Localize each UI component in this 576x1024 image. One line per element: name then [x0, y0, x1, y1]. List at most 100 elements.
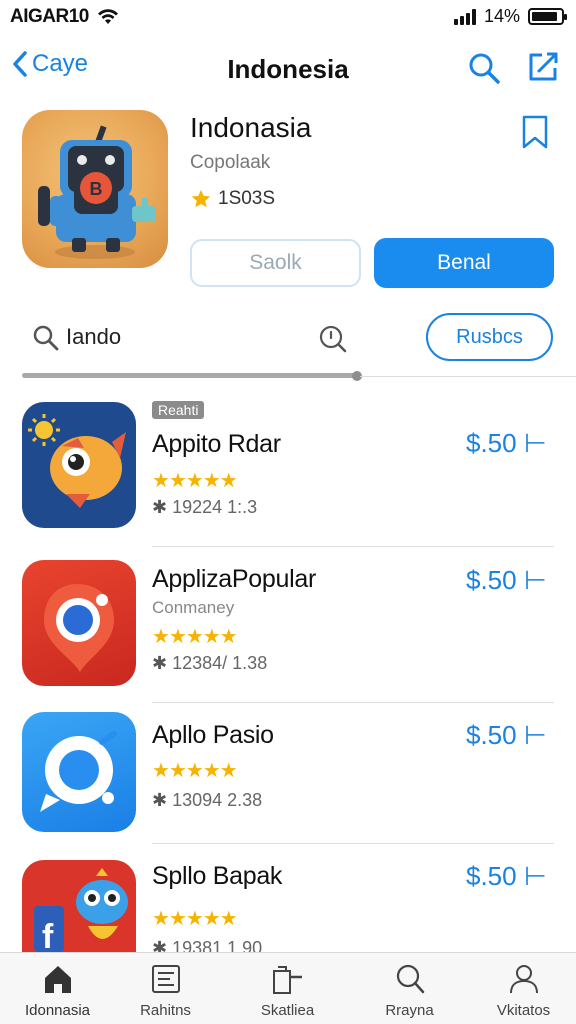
app-title: Spllo Bapak — [152, 862, 283, 890]
tab-rankings[interactable]: Rahitns — [108, 963, 223, 1019]
star-icon: ★ — [219, 760, 238, 782]
nav-search-button[interactable] — [466, 50, 502, 91]
app-rating-text: 1S03S — [218, 188, 276, 209]
fish-mascot-icon — [28, 414, 126, 508]
app-title: Apllo Pasio — [152, 721, 274, 749]
bookmark-button[interactable] — [520, 114, 550, 155]
app-meta-text: 13094 2.38 — [172, 790, 263, 810]
app-icon — [22, 402, 136, 528]
signal-icon — [453, 8, 476, 25]
secondary-button[interactable]: Saolk — [190, 239, 361, 287]
star-icon: ★ — [168, 760, 187, 782]
app-title: Appito Rdar — [152, 430, 281, 458]
wifi-icon — [97, 9, 118, 24]
star-icon: ★ — [168, 626, 187, 648]
star-icon: ★ — [219, 470, 238, 492]
tab-profile[interactable]: Vkitatos — [466, 963, 576, 1019]
tab-home[interactable]: Idonnasia — [0, 963, 115, 1019]
tab-label: Idonnasia — [24, 1002, 91, 1019]
tab-search[interactable]: Rrayna — [352, 963, 467, 1019]
star-icon: ★ — [202, 470, 221, 492]
home-icon — [44, 966, 71, 993]
star-icon: ★ — [219, 626, 238, 648]
star-icon: ★ — [185, 760, 204, 782]
star-rating: ★★★★★ — [152, 758, 238, 783]
downloads-icon: ✱ — [152, 790, 168, 810]
primary-button[interactable]: Benal — [374, 238, 554, 288]
status-right: 14% — [453, 6, 567, 27]
chat-bubble-icon — [40, 731, 117, 812]
star-icon: ★ — [185, 626, 204, 648]
monster-mascot-icon: f — [34, 868, 128, 952]
star-icon — [191, 189, 211, 208]
chevron-left-icon — [13, 51, 27, 77]
compose-button[interactable] — [526, 50, 560, 89]
app-icon — [22, 560, 136, 686]
person-icon — [509, 965, 538, 994]
price-button[interactable]: $.50 ⊢ — [466, 428, 546, 459]
divider — [152, 546, 554, 547]
downloads-icon: ✱ — [152, 653, 168, 673]
ranking-icon — [151, 965, 180, 993]
app-meta-text: 12384/ 1.38 — [172, 653, 268, 673]
star-rating: ★★★★★ — [152, 468, 238, 493]
app-developer: Copolaak — [190, 152, 271, 173]
battery-fill — [532, 12, 558, 21]
star-icon: ★ — [152, 470, 170, 492]
app-meta-text: 19224 1:.3 — [172, 497, 258, 517]
divider — [360, 376, 576, 377]
divider — [152, 843, 554, 844]
tab-label: Rrayna — [385, 1002, 434, 1019]
tab-label: Rahitns — [140, 1002, 191, 1019]
location-pin-icon — [44, 584, 114, 672]
search-field[interactable]: Iando — [20, 310, 360, 364]
tab-packages[interactable]: Skatliea — [230, 963, 345, 1019]
star-icon: ★ — [168, 470, 187, 492]
results-button[interactable]: Rusbcs — [426, 313, 553, 361]
star-icon: ★ — [202, 626, 221, 648]
star-icon: ★ — [152, 626, 170, 648]
svg-text:f: f — [42, 918, 54, 952]
search-icon — [396, 964, 424, 994]
package-icon — [272, 966, 302, 994]
star-icon: ★ — [185, 470, 204, 492]
nav-bar: Caye Indonesia — [0, 42, 576, 98]
tab-bar: Idonnasia Rahitns Skatliea Rrayna Vkitat… — [0, 952, 576, 1024]
app-icon: f — [22, 860, 136, 952]
star-icon: ★ — [202, 908, 221, 930]
app-icon — [22, 712, 136, 832]
app-rating: 1S03S — [190, 188, 275, 210]
price-button[interactable]: $.50 ⊢ — [466, 720, 546, 751]
history-search-icon — [319, 325, 347, 353]
downloads-icon: ✱ — [152, 497, 168, 517]
app-meta: ✱ 19224 1:.3 — [152, 497, 257, 518]
compose-icon — [529, 52, 558, 81]
price-button[interactable]: $.50 ⊢ — [466, 861, 546, 892]
price-button[interactable]: $.50 ⊢ — [466, 565, 546, 596]
status-bar: AIGAR10 14% — [0, 0, 576, 36]
app-title: ApplizaPopular — [152, 565, 316, 593]
app-name: Indonasia — [190, 112, 312, 143]
battery-icon — [528, 8, 567, 25]
slider-track[interactable] — [22, 373, 360, 378]
tab-label: Skatliea — [260, 1002, 315, 1019]
app-meta: ✱ 13094 2.38 — [152, 790, 262, 811]
star-icon: ★ — [152, 760, 170, 782]
back-label: Caye — [32, 50, 89, 77]
search-icon — [469, 53, 500, 84]
battery-percent: 14% — [483, 6, 520, 26]
search-query: Iando — [66, 324, 122, 349]
category-badge: Reahti — [152, 401, 205, 419]
star-icon: ★ — [168, 908, 187, 930]
app-subtitle: Conmaney — [152, 598, 235, 617]
app-icon[interactable]: B — [22, 110, 168, 268]
back-button[interactable]: Caye — [12, 50, 88, 78]
star-icon: ★ — [202, 760, 221, 782]
star-icon: ★ — [219, 908, 238, 930]
carrier-label: AIGAR10 — [10, 6, 89, 27]
star-rating: ★★★★★ — [152, 906, 238, 931]
status-left: AIGAR10 — [10, 6, 119, 28]
bookmark-icon — [522, 115, 548, 149]
star-icon: ★ — [185, 908, 204, 930]
tab-label: Vkitatos — [496, 1002, 551, 1019]
